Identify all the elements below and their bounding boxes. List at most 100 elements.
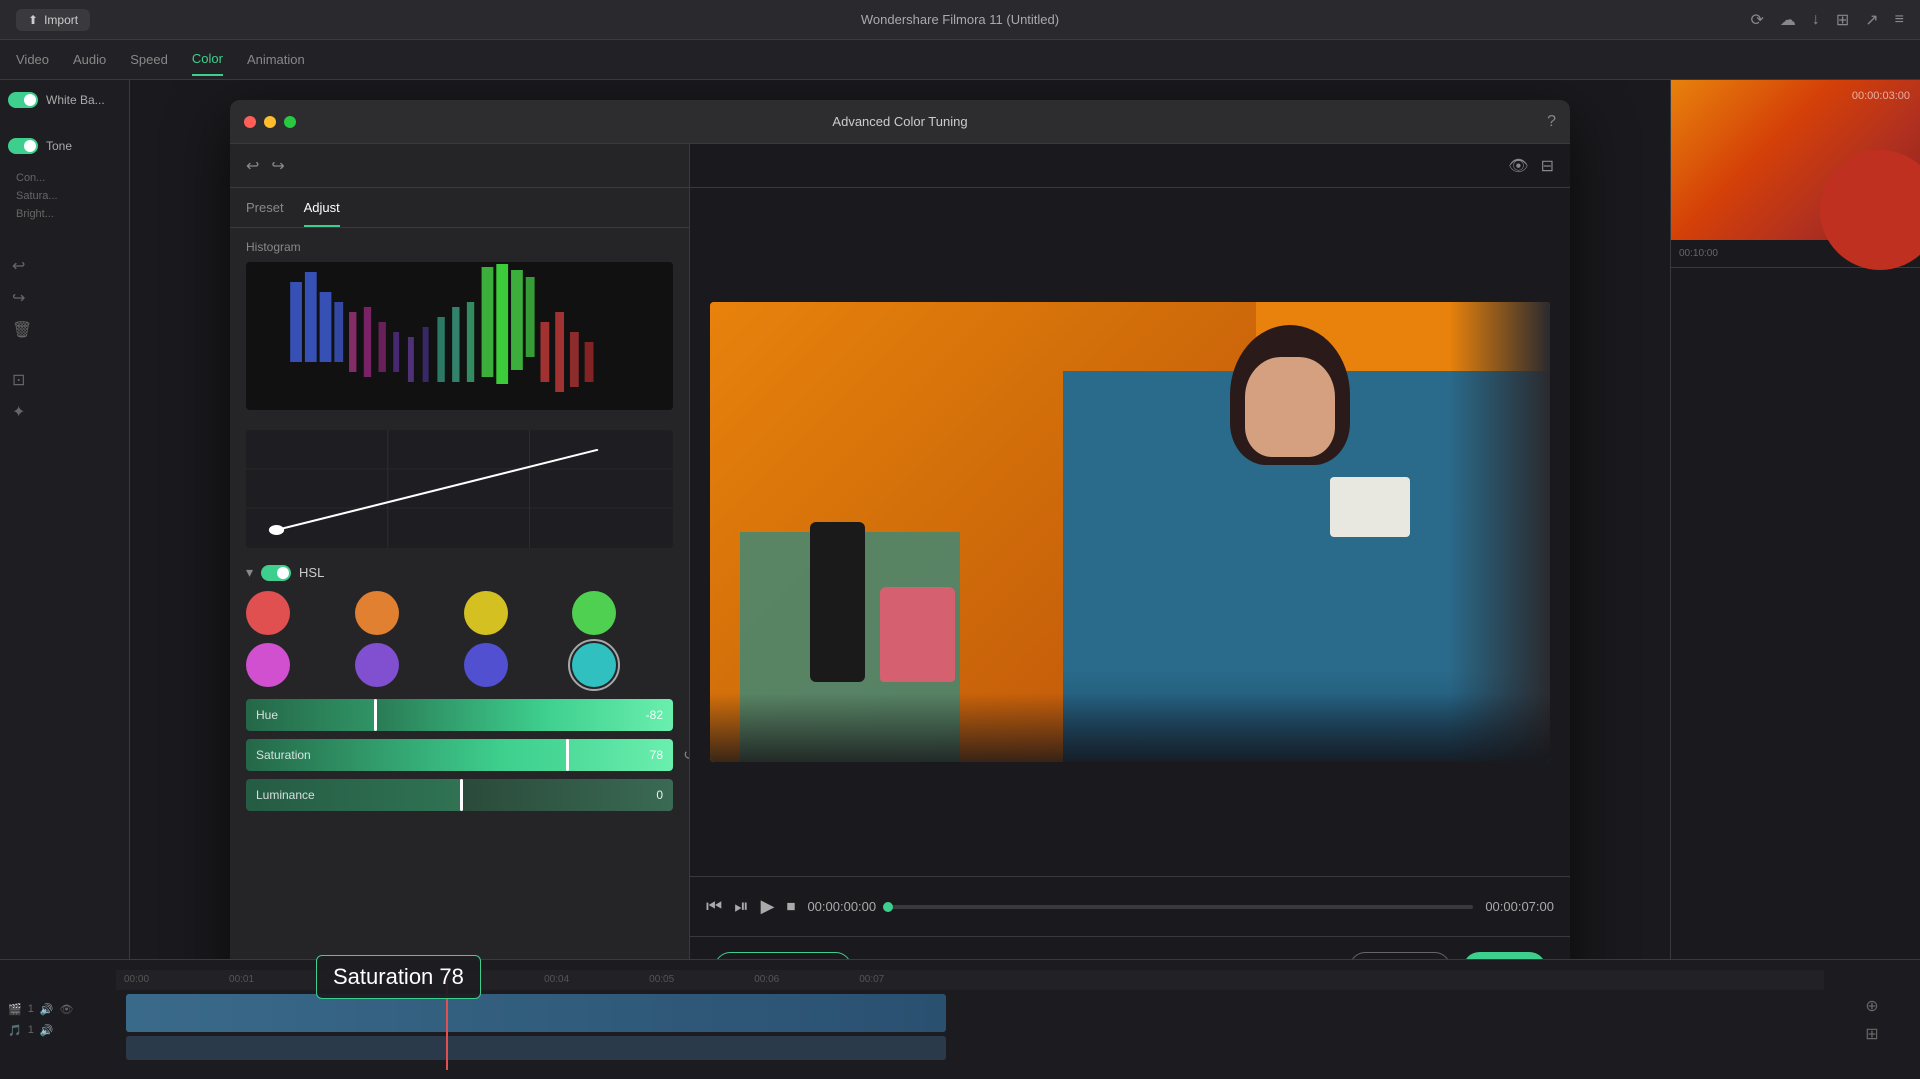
- cloud-icon[interactable]: ☁: [1780, 10, 1796, 30]
- histogram-canvas: [246, 262, 673, 410]
- compare-icon[interactable]: ⊟: [1541, 156, 1554, 176]
- eye-icon[interactable]: 👁: [1508, 156, 1528, 176]
- timeline-clip-2[interactable]: [126, 1036, 946, 1060]
- modal-sidebar: ↩ ↪ Preset Adjust Histogram: [230, 144, 690, 1000]
- redo-tool-icon[interactable]: ↪: [271, 156, 284, 176]
- tab-color[interactable]: Color: [192, 43, 223, 76]
- luminance-slider[interactable]: Luminance 0: [246, 779, 673, 811]
- tab-video[interactable]: Video: [16, 44, 49, 75]
- video-bg: [710, 302, 1550, 762]
- wifi-icon[interactable]: ⟳: [1750, 10, 1763, 30]
- close-window-button[interactable]: [244, 116, 256, 128]
- tone-item: Tone: [8, 138, 121, 154]
- video-preview-panel: 👁 ⊟: [690, 144, 1570, 1000]
- swatch-magenta[interactable]: [246, 643, 290, 687]
- zoom-icon[interactable]: ⊕: [1865, 996, 1878, 1016]
- saturation-label-left: Satura...: [16, 190, 121, 202]
- saturation-thumb[interactable]: [566, 739, 569, 771]
- hsl-label: HSL: [299, 565, 324, 580]
- stop-button[interactable]: ⏹: [786, 896, 795, 917]
- play-button[interactable]: ▶: [761, 896, 775, 917]
- hue-thumb[interactable]: [374, 699, 377, 731]
- tone-toggle[interactable]: [8, 138, 38, 154]
- app-title: Wondershare Filmora 11 (Untitled): [861, 12, 1059, 27]
- color-swatches: [246, 591, 673, 687]
- swatch-purple[interactable]: [355, 643, 399, 687]
- tab-animation[interactable]: Animation: [247, 44, 305, 75]
- modal-body: ↩ ↪ Preset Adjust Histogram: [230, 144, 1570, 1000]
- import-icon: ⬆: [28, 13, 38, 27]
- swatch-red[interactable]: [246, 591, 290, 635]
- saturation-value: 78: [650, 748, 663, 762]
- redo-icon[interactable]: ↪: [12, 288, 121, 308]
- import-button[interactable]: ⬆ Import: [16, 9, 90, 31]
- window-icon[interactable]: ⊞: [1836, 10, 1849, 30]
- swatch-blue[interactable]: [464, 643, 508, 687]
- skip-back-button[interactable]: ⏮: [706, 896, 722, 917]
- saturation-reset-icon[interactable]: ↺: [683, 747, 690, 764]
- histogram-section: Histogram: [230, 228, 689, 422]
- saturation-label: Saturation: [256, 748, 311, 762]
- swatch-green[interactable]: [572, 591, 616, 635]
- hsl-collapse-icon[interactable]: ▾: [246, 564, 253, 581]
- hue-label: Hue: [256, 708, 278, 722]
- progress-bar[interactable]: [888, 905, 1473, 909]
- top-bar: ⬆ Import Wondershare Filmora 11 (Untitle…: [0, 0, 1920, 40]
- menu-icon[interactable]: ≡: [1895, 11, 1904, 29]
- grid-icon[interactable]: ⊞: [1865, 1024, 1878, 1044]
- white-balance-label: White Ba...: [46, 93, 105, 107]
- undo-icon[interactable]: ↩: [12, 256, 121, 276]
- contrast-label: Con...: [16, 172, 121, 184]
- help-icon[interactable]: ?: [1547, 113, 1556, 131]
- white-balance-toggle[interactable]: [8, 92, 38, 108]
- minimize-window-button[interactable]: [264, 116, 276, 128]
- modal-toolbar: ↩ ↪: [230, 144, 689, 188]
- timeline-row-2: 🎵 1 🔊: [8, 1024, 108, 1037]
- preset-tab[interactable]: Preset: [246, 200, 284, 227]
- timeline-ruler: 00:00 00:01 00:02 00:03 00:04 00:05 00:0…: [116, 970, 1824, 990]
- total-time: 00:00:07:00: [1485, 899, 1554, 914]
- current-time: 00:00:00:00: [807, 899, 876, 914]
- progress-handle[interactable]: [883, 902, 893, 912]
- timeline-track-area: 00:00 00:01 00:02 00:03 00:04 00:05 00:0…: [116, 970, 1824, 1070]
- play-pause-button[interactable]: ⏯: [734, 896, 748, 917]
- speaker-icon: 🔊: [40, 1003, 54, 1016]
- video-pink-mug: [880, 587, 955, 682]
- crop-icon[interactable]: ⊡: [12, 370, 121, 390]
- modal-header-icons: ?: [1547, 113, 1556, 131]
- swatch-cyan[interactable]: [572, 643, 616, 687]
- hue-value: -82: [646, 708, 663, 722]
- transport-bar: ⏮ ⏯ ▶ ⏹ 00:00:00:00 00:00:07:00: [690, 876, 1570, 936]
- timeline-right-controls: ⊕ ⊞: [1832, 996, 1912, 1044]
- tab-audio[interactable]: Audio: [73, 44, 106, 75]
- saturation-slider[interactable]: Saturation 78: [246, 739, 673, 771]
- maximize-window-button[interactable]: [284, 116, 296, 128]
- effects-icon[interactable]: ✦: [12, 402, 121, 422]
- hsl-section: ▾ HSL: [230, 556, 689, 827]
- tab-speed[interactable]: Speed: [130, 44, 168, 75]
- swatch-yellow[interactable]: [464, 591, 508, 635]
- track-label-2: 1: [28, 1024, 34, 1036]
- tone-label: Tone: [46, 139, 72, 153]
- saturation-slider-container: Saturation 78 ↺: [246, 739, 673, 771]
- delete-icon[interactable]: 🗑: [12, 320, 121, 340]
- video-collar: [1330, 477, 1410, 537]
- swatch-orange[interactable]: [355, 591, 399, 635]
- eye-track-icon: 👁: [60, 1003, 74, 1016]
- curve-svg: [246, 430, 673, 548]
- track-icon-1: 🎬: [8, 1003, 22, 1016]
- hsl-toggle[interactable]: [261, 565, 291, 581]
- right-panel-bg: 00:00:03:00: [1671, 80, 1920, 240]
- video-face: [1245, 357, 1335, 457]
- histogram-label: Histogram: [246, 240, 673, 254]
- download-icon[interactable]: ↓: [1812, 11, 1820, 29]
- luminance-thumb[interactable]: [460, 779, 463, 811]
- adjust-tab[interactable]: Adjust: [304, 200, 340, 227]
- color-tuning-modal: Advanced Color Tuning ? ↩ ↪ Preset: [230, 100, 1570, 1000]
- timeline-clip-1[interactable]: [126, 994, 946, 1032]
- undo-tool-icon[interactable]: ↩: [246, 156, 259, 176]
- share-icon[interactable]: ↗: [1865, 10, 1878, 30]
- preview-area: [690, 188, 1570, 876]
- hue-slider[interactable]: Hue -82: [246, 699, 673, 731]
- luminance-slider-container: Luminance 0: [246, 779, 673, 811]
